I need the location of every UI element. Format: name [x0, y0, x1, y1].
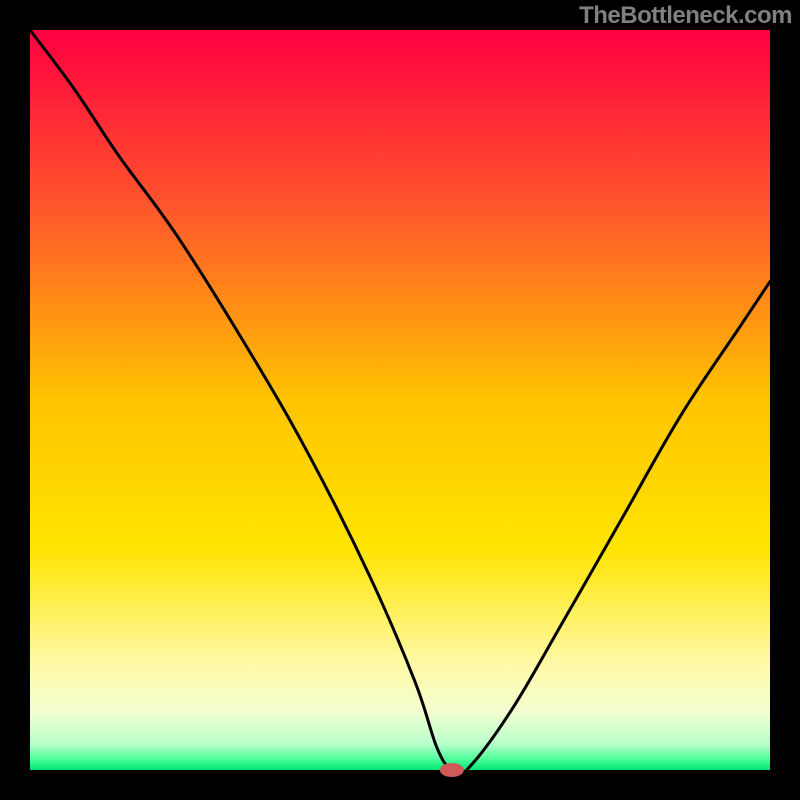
- watermark-text: TheBottleneck.com: [579, 2, 792, 30]
- bottleneck-chart: [0, 0, 800, 800]
- chart-frame: TheBottleneck.com: [0, 0, 800, 800]
- optimal-point-marker: [440, 763, 464, 777]
- plot-background-gradient: [30, 30, 770, 770]
